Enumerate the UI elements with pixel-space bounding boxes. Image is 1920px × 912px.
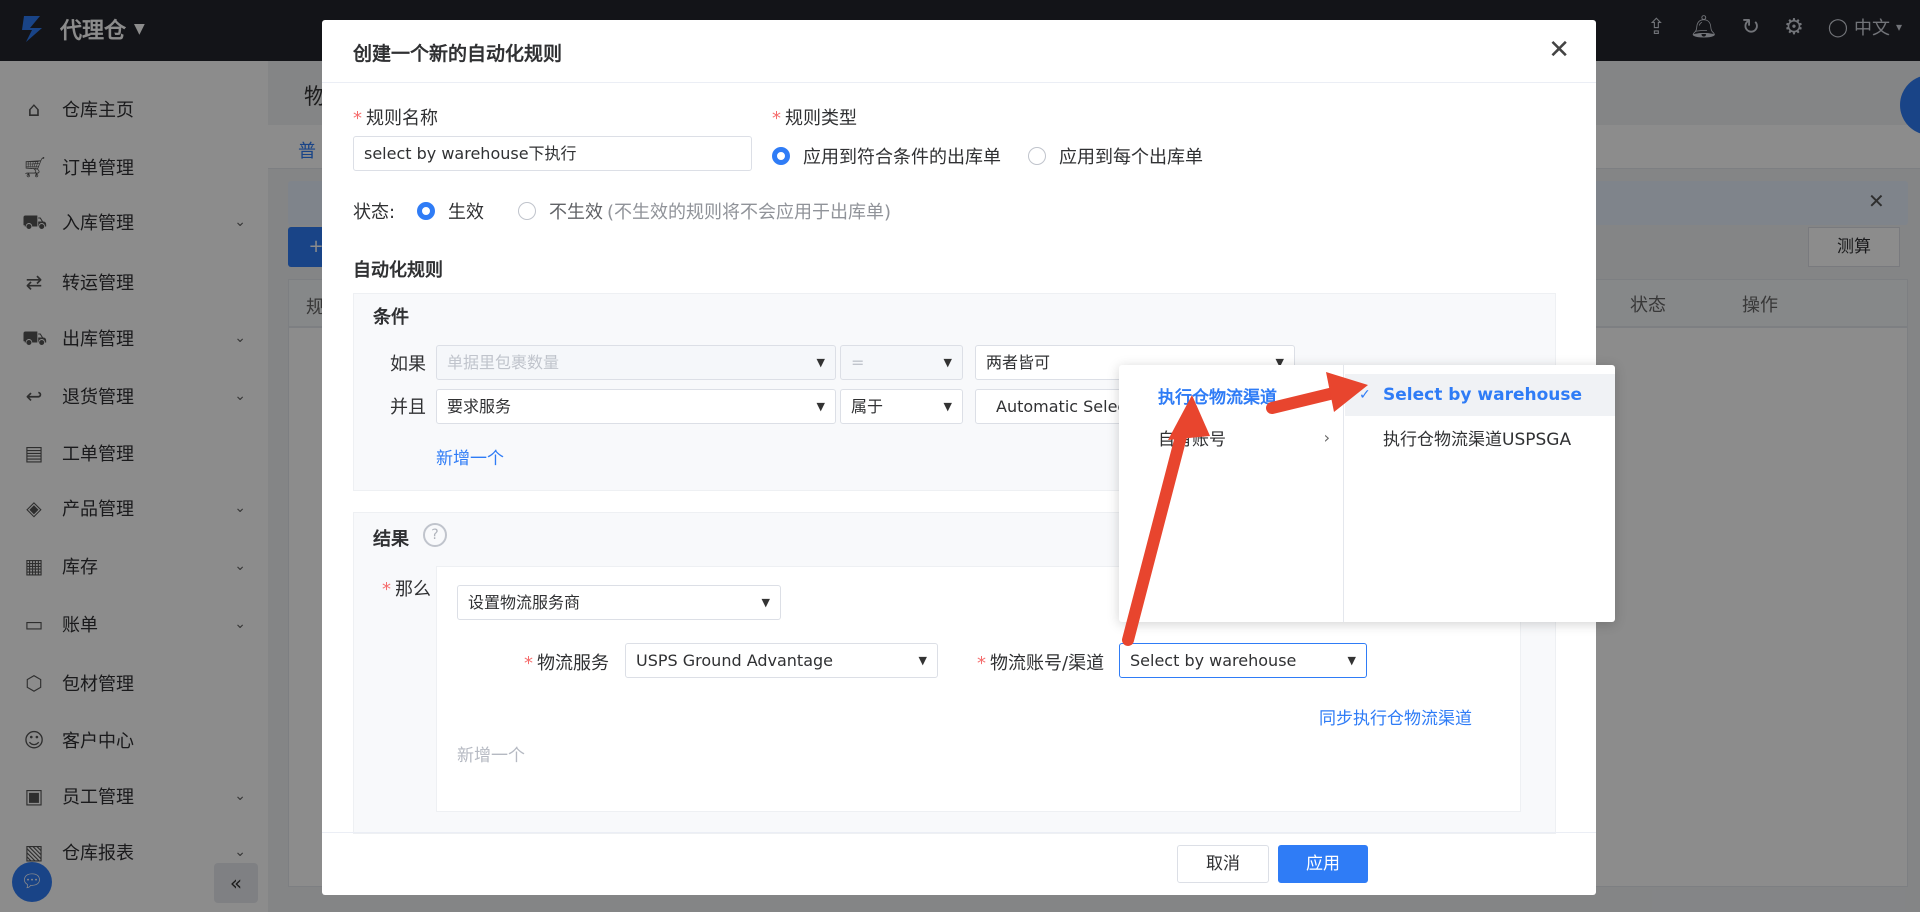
add-condition-link[interactable]: 新增一个 xyxy=(436,444,504,469)
chevron-right-icon: › xyxy=(1323,427,1330,447)
close-icon[interactable]: ✕ xyxy=(1548,35,1570,65)
results-title: 结果 xyxy=(373,529,409,550)
caret-down-icon: ▼ xyxy=(761,596,770,609)
status-radio-off[interactable]: 不生效 (不生效的规则将不会应用于出库单) xyxy=(518,198,891,224)
caret-down-icon: ▼ xyxy=(943,356,952,369)
account-channel-select[interactable]: Select by warehouse ▼ xyxy=(1119,643,1367,678)
cascader-option-uspsga[interactable]: 执行仓物流渠道USPSGA xyxy=(1345,416,1615,458)
cascader-column-1: 执行仓物流渠道 自有账号 › xyxy=(1119,365,1344,622)
condition-operator-select[interactable]: = ▼ xyxy=(840,345,963,380)
logistics-service-select[interactable]: USPS Ground Advantage ▼ xyxy=(625,643,938,678)
caret-down-icon: ▼ xyxy=(816,356,825,369)
cascader-option-warehouse-channel[interactable]: 执行仓物流渠道 xyxy=(1119,374,1344,416)
sync-channel-link[interactable]: 同步执行仓物流渠道 xyxy=(1319,704,1472,729)
rule-type-radio-all[interactable]: 应用到每个出库单 xyxy=(1028,143,1203,169)
rule-name-input[interactable]: select by warehouse下执行 xyxy=(353,136,752,171)
caret-down-icon: ▼ xyxy=(918,654,927,667)
rule-type-label: * 规则类型 xyxy=(772,108,857,129)
conditions-title: 条件 xyxy=(373,307,409,328)
result-action-select[interactable]: 设置物流服务商 ▼ xyxy=(457,585,781,620)
account-channel-cascader: 执行仓物流渠道 自有账号 › ✓ Select by warehouse 执行仓物流… xyxy=(1119,365,1615,622)
condition2-operator-select[interactable]: 属于 ▼ xyxy=(840,389,963,424)
account-channel-label: * 物流账号/渠道 xyxy=(977,653,1105,674)
caret-down-icon: ▼ xyxy=(943,400,952,413)
cascader-column-2: ✓ Select by warehouse 执行仓物流渠道USPSGA xyxy=(1345,365,1615,622)
check-icon: ✓ xyxy=(1359,387,1371,403)
then-label: * 那么 xyxy=(382,579,431,600)
rule-name-label: * 规则名称 xyxy=(353,108,438,129)
cancel-button[interactable]: 取消 xyxy=(1177,845,1269,883)
caret-down-icon: ▼ xyxy=(1347,654,1356,667)
apply-button[interactable]: 应用 xyxy=(1278,845,1368,883)
logistics-service-label: * 物流服务 xyxy=(524,653,609,674)
add-result-link[interactable]: 新增一个 xyxy=(457,741,525,766)
condition2-value-select[interactable]: Automatic Selec xyxy=(975,389,1125,424)
condition2-field-select[interactable]: 要求服务 ▼ xyxy=(436,389,836,424)
dialog-title: 创建一个新的自动化规则 xyxy=(353,43,563,65)
rule-type-radio-matching[interactable]: 应用到符合条件的出库单 xyxy=(772,143,1001,169)
status-label: 状态: xyxy=(353,202,396,223)
condition-field-select[interactable]: 单据里包裹数量 ▼ xyxy=(436,345,836,380)
caret-down-icon: ▼ xyxy=(816,400,825,413)
and-label: 并且 xyxy=(390,397,426,418)
cascader-option-own-account[interactable]: 自有账号 › xyxy=(1119,416,1344,458)
cascader-option-select-by-warehouse[interactable]: ✓ Select by warehouse xyxy=(1345,374,1615,416)
if-label: 如果 xyxy=(390,354,426,375)
automation-title: 自动化规则 xyxy=(353,260,443,281)
help-icon[interactable]: ? xyxy=(423,523,447,547)
status-radio-on[interactable]: 生效 xyxy=(417,198,484,224)
